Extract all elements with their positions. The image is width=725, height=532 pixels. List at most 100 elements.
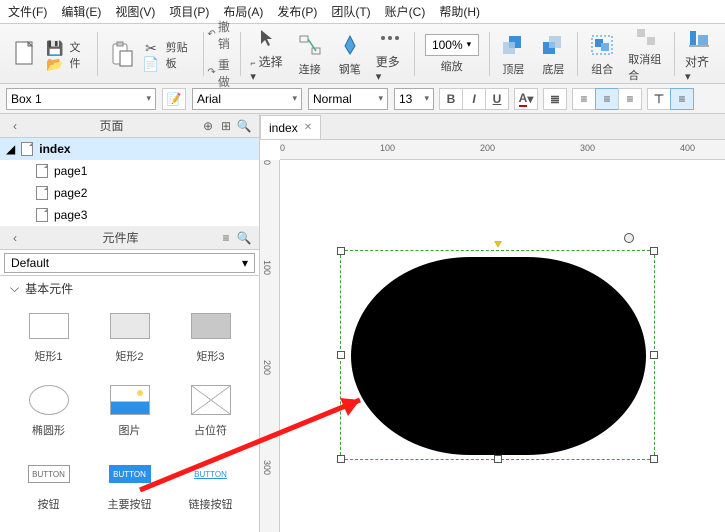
bold-button[interactable]: B bbox=[439, 88, 463, 110]
search-icon[interactable]: 🔍 bbox=[235, 119, 253, 133]
redo-button[interactable]: ↷ 重做 bbox=[207, 56, 235, 90]
copy-icon[interactable]: 📄 bbox=[142, 57, 159, 71]
font-size-combo[interactable]: 13▾ bbox=[394, 88, 434, 110]
add-page-icon[interactable]: ⊕ bbox=[199, 119, 217, 133]
front-icon bbox=[499, 31, 527, 59]
anchor-handle[interactable] bbox=[494, 241, 502, 249]
resize-handle-se[interactable] bbox=[650, 455, 658, 463]
align-center-button[interactable]: ≡ bbox=[595, 88, 619, 110]
resize-handle-nw[interactable] bbox=[337, 247, 345, 255]
font-color-button[interactable]: A ▾ bbox=[514, 88, 538, 110]
menu-team[interactable]: 团队(T) bbox=[331, 3, 370, 20]
separator bbox=[489, 32, 490, 76]
close-icon[interactable]: ✕ bbox=[304, 122, 312, 133]
widget-primary-button[interactable]: BUTTON主要按钮 bbox=[89, 458, 170, 522]
more-tool[interactable]: 更多 ▾ bbox=[370, 24, 410, 83]
font-family-combo[interactable]: Arial▾ bbox=[192, 88, 302, 110]
page-row-index[interactable]: ◢index bbox=[0, 138, 259, 160]
notes-icon[interactable]: 📝 bbox=[162, 88, 186, 110]
selection-box[interactable] bbox=[340, 250, 655, 460]
valign-top-button[interactable]: ⊤ bbox=[647, 88, 671, 110]
pen-icon bbox=[336, 31, 364, 59]
widget-rect2[interactable]: 矩形2 bbox=[89, 310, 170, 374]
align-right-button[interactable]: ≡ bbox=[618, 88, 642, 110]
select-icon bbox=[253, 24, 281, 51]
select-tool[interactable]: ⌐ 选择 ▾ bbox=[244, 24, 289, 83]
menu-help[interactable]: 帮助(H) bbox=[439, 3, 480, 20]
menu-project[interactable]: 项目(P) bbox=[169, 3, 209, 20]
menu-edit[interactable]: 编辑(E) bbox=[61, 3, 101, 20]
page-icon bbox=[36, 186, 48, 200]
clipboard-group[interactable] bbox=[102, 24, 142, 83]
save-icon[interactable]: 💾 bbox=[46, 41, 63, 55]
font-weight-combo[interactable]: Normal▾ bbox=[308, 88, 388, 110]
canvas-area: index✕ 0 100 200 300 400 0 100 200 300 bbox=[260, 114, 725, 532]
send-back[interactable]: 底层 bbox=[533, 24, 573, 83]
ellipse-shape[interactable] bbox=[351, 257, 646, 455]
horizontal-ruler: 0 100 200 300 400 bbox=[280, 140, 725, 160]
widget-button[interactable]: BUTTON按钮 bbox=[8, 458, 89, 522]
widget-grid: 矩形1 矩形2 矩形3 椭圆形 图片 占位符 BUTTON按钮 BUTTON主要… bbox=[0, 300, 259, 532]
page-row[interactable]: page3 bbox=[0, 204, 259, 226]
widget-image[interactable]: 图片 bbox=[89, 384, 170, 448]
connect-icon bbox=[296, 31, 324, 59]
separator bbox=[97, 32, 98, 76]
menu-view[interactable]: 视图(V) bbox=[115, 3, 155, 20]
connect-tool[interactable]: 连接 bbox=[290, 24, 330, 83]
zoom-combo[interactable]: 100%▾ bbox=[425, 34, 479, 56]
pages-header: ‹ 页面 ⊕ ⊞ 🔍 bbox=[0, 114, 259, 138]
tab-bar: index✕ bbox=[260, 114, 725, 140]
underline-button[interactable]: U bbox=[485, 88, 509, 110]
back-icon bbox=[539, 31, 567, 59]
group-btn[interactable]: 组合 bbox=[582, 24, 622, 83]
new-file-icon bbox=[12, 40, 40, 68]
page-row[interactable]: page1 bbox=[0, 160, 259, 182]
italic-button[interactable]: I bbox=[462, 88, 486, 110]
widget-rect1[interactable]: 矩形1 bbox=[8, 310, 89, 374]
menu-icon[interactable]: ≡ bbox=[217, 231, 235, 245]
widget-placeholder[interactable]: 占位符 bbox=[170, 384, 251, 448]
separator bbox=[674, 32, 675, 76]
menu-publish[interactable]: 发布(P) bbox=[277, 3, 317, 20]
pages-tree: ◢index page1 page2 page3 bbox=[0, 138, 259, 226]
design-canvas[interactable] bbox=[280, 160, 725, 532]
add-folder-icon[interactable]: ⊞ bbox=[217, 119, 235, 133]
rotate-handle[interactable] bbox=[624, 233, 634, 243]
page-icon bbox=[21, 142, 33, 156]
resize-handle-sw[interactable] bbox=[337, 455, 345, 463]
widget-link-button[interactable]: BUTTON链接按钮 bbox=[170, 458, 251, 522]
section-header[interactable]: ⌵基本元件 bbox=[0, 276, 259, 300]
bring-front[interactable]: 顶层 bbox=[493, 24, 533, 83]
ungroup-btn[interactable]: 取消组合 bbox=[622, 24, 670, 83]
resize-handle-ne[interactable] bbox=[650, 247, 658, 255]
align-btn[interactable]: 对齐 ▾ bbox=[679, 24, 719, 83]
search-icon[interactable]: 🔍 bbox=[235, 231, 253, 245]
bullets-button[interactable]: ≣ bbox=[543, 88, 567, 110]
zoom-group[interactable]: 100%▾ 缩放 bbox=[419, 24, 485, 83]
page-row[interactable]: page2 bbox=[0, 182, 259, 204]
resize-handle-s[interactable] bbox=[494, 455, 502, 463]
valign-mid-button[interactable]: ≡ bbox=[670, 88, 694, 110]
widget-name-field[interactable]: Box 1▾ bbox=[6, 88, 156, 110]
vertical-ruler: 0 100 200 300 bbox=[260, 160, 280, 532]
pages-title: 页面 bbox=[24, 117, 199, 134]
cut-icon[interactable]: ✂ bbox=[145, 41, 157, 55]
pen-tool[interactable]: 钢笔 bbox=[330, 24, 370, 83]
undo-button[interactable]: ↶ 撤销 bbox=[207, 18, 235, 52]
menu-account[interactable]: 账户(C) bbox=[385, 3, 426, 20]
open-icon[interactable]: 📂 bbox=[46, 57, 63, 71]
library-select[interactable]: Default▾ bbox=[4, 253, 255, 273]
align-left-button[interactable]: ≡ bbox=[572, 88, 596, 110]
resize-handle-w[interactable] bbox=[337, 351, 345, 359]
widget-rect3[interactable]: 矩形3 bbox=[170, 310, 251, 374]
collapse-icon[interactable]: ‹ bbox=[6, 231, 24, 245]
menu-file[interactable]: 文件(F) bbox=[8, 3, 47, 20]
tab-index[interactable]: index✕ bbox=[260, 115, 321, 139]
collapse-icon[interactable]: ‹ bbox=[6, 119, 24, 133]
resize-handle-e[interactable] bbox=[650, 351, 658, 359]
file-group[interactable] bbox=[6, 24, 46, 83]
library-header: ‹ 元件库 ≡ 🔍 bbox=[0, 226, 259, 250]
library-title: 元件库 bbox=[24, 229, 217, 246]
main-toolbar: 💾 📂 文件 ✂ 📄 剪贴板 ↶ 撤销 ↷ 重做 ⌐ 选择 ▾ 连接 钢笔 更多… bbox=[0, 24, 725, 84]
widget-ellipse[interactable]: 椭圆形 bbox=[8, 384, 89, 448]
